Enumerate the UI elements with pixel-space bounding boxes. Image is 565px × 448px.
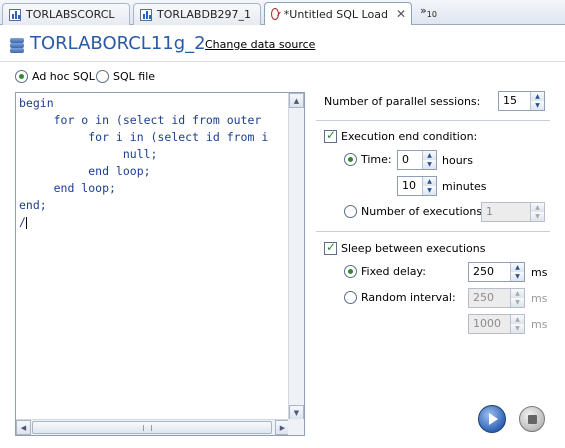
scroll-corner: [288, 419, 304, 435]
sleep-checkbox[interactable]: [324, 240, 337, 255]
fixed-delay-option[interactable]: Fixed delay:: [344, 265, 426, 278]
fixed-delay-value[interactable]: 250: [469, 263, 510, 281]
random-min-spinner: 250 ▲ ▼: [468, 288, 525, 308]
run-button[interactable]: [478, 405, 506, 433]
sql-file-radio[interactable]: [96, 70, 109, 83]
adhoc-sql-radio[interactable]: [15, 70, 28, 83]
code-line: for i in (select id from i: [19, 130, 269, 144]
horizontal-scroll-thumb[interactable]: [32, 421, 272, 434]
tab-label: *Untitled SQL Load: [283, 7, 388, 21]
random-interval-radio[interactable]: [344, 291, 357, 304]
random-max-unit: ms: [531, 318, 548, 331]
text-cursor: [25, 216, 27, 229]
minutes-unit: minutes: [442, 180, 487, 193]
tab-label: TORLABSCORCL: [26, 8, 115, 21]
decrement-icon: ▼: [531, 212, 544, 221]
hours-value[interactable]: 0: [398, 151, 422, 169]
fixed-delay-label: Fixed delay:: [361, 265, 426, 278]
time-option[interactable]: Time:: [344, 153, 392, 166]
hours-unit: hours: [442, 154, 473, 167]
executions-count-spinner: 1 ▲ ▼: [481, 202, 545, 222]
increment-icon: ▲: [511, 289, 524, 298]
code-line: /: [19, 215, 26, 229]
page-header: TORLABORCL11g_2 Change data source: [0, 26, 565, 62]
adhoc-sql-option[interactable]: Ad hoc SQL: [15, 70, 95, 83]
editor-tab-bar: TORLABSCORCL TORLABDB297_1 *Untitled SQL…: [0, 0, 565, 25]
decrement-icon[interactable]: ▼: [531, 101, 544, 110]
gauge-icon: [271, 8, 281, 20]
chart-icon: [140, 8, 152, 21]
chart-icon: [9, 8, 21, 21]
hours-spinner[interactable]: 0 ▲ ▼: [397, 150, 437, 170]
decrement-icon[interactable]: ▼: [423, 160, 436, 169]
decrement-icon[interactable]: ▼: [423, 186, 436, 195]
fixed-delay-spinner[interactable]: 250 ▲ ▼: [468, 262, 525, 282]
fixed-delay-radio[interactable]: [344, 265, 357, 278]
increment-icon[interactable]: ▲: [511, 263, 524, 272]
sql-code[interactable]: begin for o in (select id from outer for…: [19, 95, 268, 231]
execution-end-option[interactable]: Execution end condition:: [324, 128, 478, 143]
tab-torlabdb297-1[interactable]: TORLABDB297_1: [133, 3, 261, 25]
sql-file-option[interactable]: SQL file: [96, 70, 155, 83]
data-source-title: TORLABORCL11g_2: [30, 33, 206, 54]
code-line: end loop;: [19, 181, 116, 195]
code-line: null;: [19, 147, 158, 161]
parallel-sessions-spinner[interactable]: 15 ▲ ▼: [498, 91, 545, 111]
tab-torlabscorcl[interactable]: TORLABSCORCL: [2, 3, 130, 25]
tab-label: TORLABDB297_1: [157, 8, 251, 21]
executions-count-radio[interactable]: [344, 205, 357, 218]
code-line: end loop;: [19, 164, 151, 178]
divider: [316, 231, 550, 232]
overflow-chevron-icon: »: [420, 4, 427, 17]
increment-icon[interactable]: ▲: [423, 151, 436, 160]
increment-icon: ▲: [531, 203, 544, 212]
minutes-value[interactable]: 10: [398, 177, 422, 195]
executions-count-value: 1: [486, 205, 493, 218]
scroll-down-icon[interactable]: ▼: [289, 405, 304, 420]
tab-untitled-sql-load[interactable]: *Untitled SQL Load ✕: [264, 2, 412, 25]
adhoc-sql-label: Ad hoc SQL: [32, 70, 95, 83]
code-line: begin: [19, 96, 54, 110]
fixed-delay-unit: ms: [531, 266, 548, 279]
sql-file-label: SQL file: [113, 70, 156, 83]
parallel-sessions-label: Number of parallel sessions:: [324, 95, 481, 108]
random-interval-option[interactable]: Random interval:: [344, 291, 456, 304]
stop-button[interactable]: [519, 406, 545, 432]
executions-count-label: Number of executions:: [361, 205, 486, 218]
overflow-count: 10: [426, 10, 437, 20]
time-label: Time:: [361, 153, 392, 166]
increment-icon[interactable]: ▲: [531, 92, 544, 101]
execution-end-label: Execution end condition:: [341, 130, 478, 143]
increment-icon[interactable]: ▲: [423, 177, 436, 186]
change-data-source-link[interactable]: Change data source: [205, 38, 315, 51]
random-max-value: 1000: [473, 317, 501, 330]
vertical-scrollbar[interactable]: ▲ ▼: [288, 93, 304, 420]
decrement-icon[interactable]: ▼: [511, 272, 524, 281]
increment-icon: ▲: [511, 315, 524, 324]
database-icon: [10, 38, 24, 54]
random-min-value: 250: [473, 291, 494, 304]
sleep-label: Sleep between executions: [341, 242, 486, 255]
parallel-sessions-value[interactable]: 15: [499, 92, 530, 110]
sleep-option[interactable]: Sleep between executions: [324, 240, 486, 255]
decrement-icon: ▼: [511, 324, 524, 333]
close-tab-icon[interactable]: ✕: [396, 7, 406, 21]
divider: [316, 120, 550, 121]
minutes-spinner[interactable]: 10 ▲ ▼: [397, 176, 437, 196]
sql-editor[interactable]: begin for o in (select id from outer for…: [15, 92, 305, 436]
time-radio[interactable]: [344, 153, 357, 166]
tab-overflow-button[interactable]: »10: [420, 4, 437, 19]
code-line: for o in (select id from outer: [19, 113, 262, 127]
random-min-unit: ms: [531, 292, 548, 305]
code-line: end;: [19, 198, 47, 212]
random-max-spinner: 1000 ▲ ▼: [468, 314, 525, 334]
scroll-left-icon[interactable]: ◀: [16, 420, 31, 435]
scroll-up-icon[interactable]: ▲: [289, 93, 304, 108]
horizontal-scrollbar[interactable]: ◀ ▶: [16, 419, 290, 435]
execution-end-checkbox[interactable]: [324, 128, 337, 143]
random-interval-label: Random interval:: [361, 291, 456, 304]
executions-count-option[interactable]: Number of executions:: [344, 205, 486, 218]
decrement-icon: ▼: [511, 298, 524, 307]
